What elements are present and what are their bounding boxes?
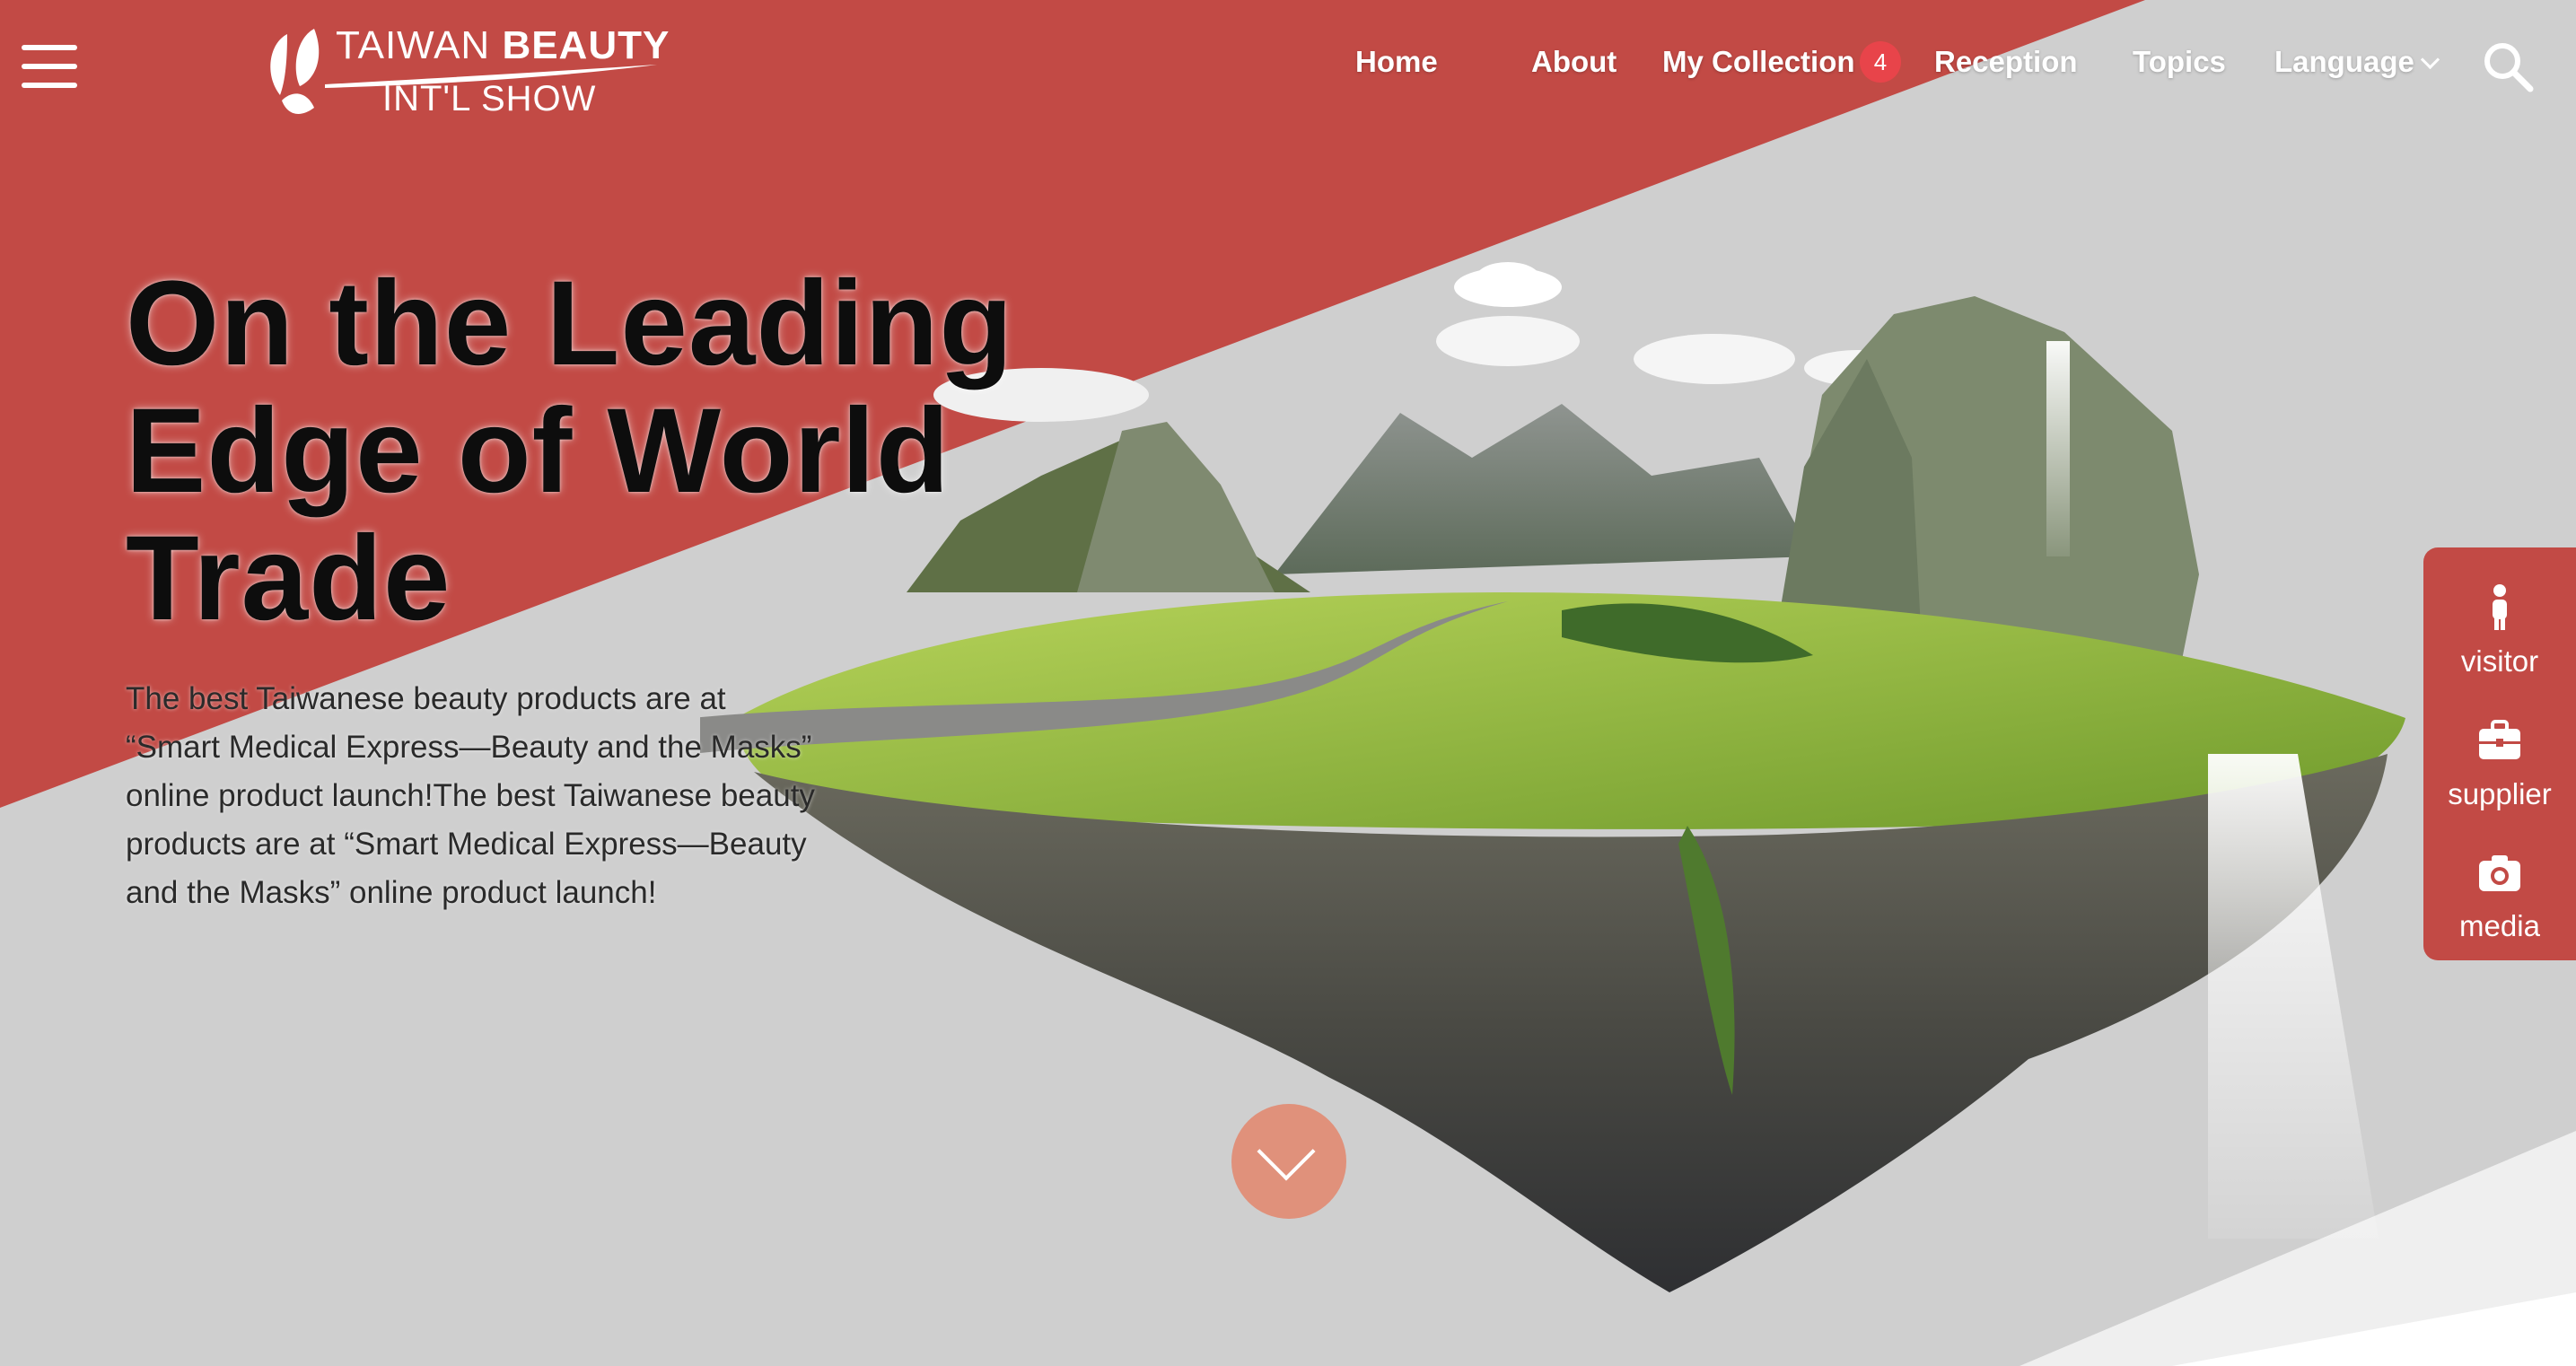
side-item-media[interactable]: media bbox=[2423, 830, 2576, 947]
search-icon[interactable] bbox=[2481, 39, 2535, 93]
nav-topics[interactable]: Topics bbox=[2133, 45, 2226, 79]
nav-home[interactable]: Home bbox=[1355, 45, 1438, 79]
nav-about[interactable]: About bbox=[1531, 45, 1617, 79]
nav-reception[interactable]: Reception bbox=[1934, 45, 2078, 79]
hamburger-menu-icon[interactable] bbox=[22, 45, 77, 88]
logo-text-line2: INT'L SHOW bbox=[382, 79, 597, 118]
briefcase-icon bbox=[2479, 720, 2520, 759]
hero-description: The best Taiwanese beauty products are a… bbox=[126, 681, 815, 910]
side-item-visitor[interactable]: visitor bbox=[2423, 565, 2576, 682]
side-item-visitor-label: visitor bbox=[2460, 644, 2539, 678]
hero-title: On the Leading Edge of World Trade bbox=[126, 257, 1014, 645]
side-item-supplier[interactable]: supplier bbox=[2423, 698, 2576, 815]
side-panel: visitor supplier media bbox=[2423, 547, 2576, 960]
nav-language-label: Language bbox=[2274, 45, 2414, 78]
person-icon bbox=[2493, 584, 2507, 630]
logo-text-line1: TAIWAN BEAUTY bbox=[336, 23, 670, 67]
nav-language[interactable]: Language bbox=[2274, 45, 2440, 79]
collection-count-badge: 4 bbox=[1860, 41, 1901, 83]
nav-my-collection[interactable]: My Collection bbox=[1662, 45, 1855, 79]
chevron-down-icon bbox=[2420, 49, 2440, 70]
camera-icon bbox=[2479, 855, 2520, 891]
side-item-media-label: media bbox=[2459, 909, 2540, 942]
scroll-down-button[interactable] bbox=[1231, 1104, 1346, 1219]
site-logo[interactable]: TAIWAN BEAUTY INT'L SHOW bbox=[251, 20, 673, 120]
chevron-down-icon bbox=[1257, 1122, 1316, 1181]
side-item-supplier-label: supplier bbox=[2448, 777, 2552, 810]
